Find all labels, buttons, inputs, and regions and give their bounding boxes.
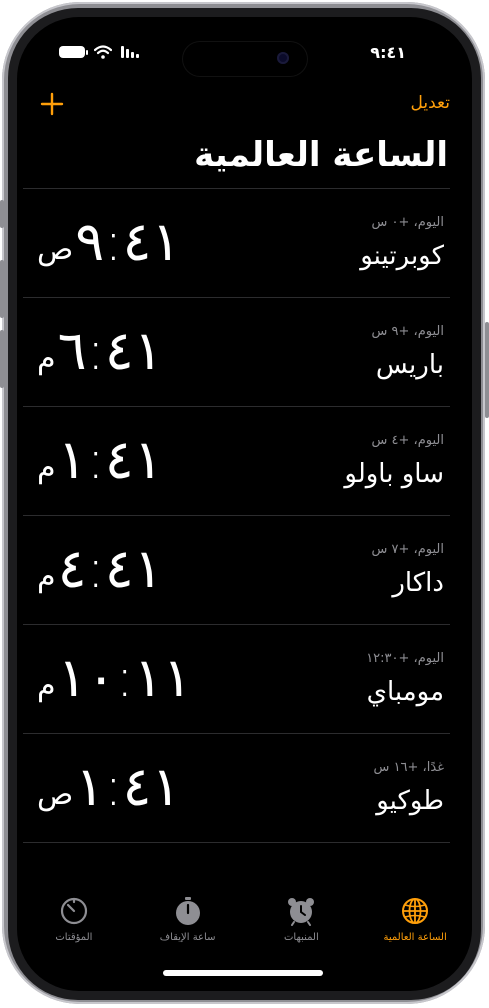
clock-time: ٩:٤١ xyxy=(75,210,181,273)
globe-icon xyxy=(402,898,429,924)
clock-time: ٦:٤١ xyxy=(57,319,163,382)
clock-time-wrap: ص ١:٤١ xyxy=(37,760,181,814)
clock-city: داكار xyxy=(392,568,444,598)
page-title: الساعة العالمية xyxy=(194,135,448,175)
clock-time-wrap: م ٦:٤١ xyxy=(37,324,163,378)
timer-icon xyxy=(60,897,87,925)
clock-city: مومباي xyxy=(366,677,444,707)
tab-label: الساعة العالمية xyxy=(383,932,447,943)
battery-icon xyxy=(59,46,88,58)
volume-up-button xyxy=(0,260,4,318)
tab-label: ساعة الإيقاف xyxy=(159,932,216,943)
clock-time: ١٠:١١ xyxy=(57,646,192,709)
clock-time: ١:٤١ xyxy=(57,428,163,491)
clock-time: ٤:٤١ xyxy=(57,537,163,600)
side-button xyxy=(485,322,489,418)
clock-row[interactable]: اليوم، +١٢:٣٠ مومباي م ١٠:١١ xyxy=(23,624,450,733)
clock-time-wrap: م ١٠:١١ xyxy=(37,651,192,705)
dynamic-island xyxy=(183,42,307,76)
edit-button[interactable]: تعديل xyxy=(411,93,450,113)
add-clock-button[interactable] xyxy=(39,91,65,117)
stopwatch-icon xyxy=(175,897,200,925)
clock-ampm: ص xyxy=(37,777,74,812)
tab-stopwatch[interactable]: ساعة الإيقاف xyxy=(133,896,243,956)
clock-ampm: ص xyxy=(37,232,74,267)
tab-world-clock[interactable]: الساعة العالمية xyxy=(360,896,470,956)
home-indicator[interactable] xyxy=(163,970,323,976)
clock-offset: اليوم، +١٢:٣٠ xyxy=(366,651,444,666)
world-clock-list: اليوم، +٠ س كوبرتينو ص ٩:٤١ اليوم، +٩ س … xyxy=(23,188,450,843)
status-icons xyxy=(59,45,139,59)
clock-ampm: م xyxy=(37,450,56,485)
clock-ampm: م xyxy=(37,668,56,703)
clock-row[interactable]: غدًا، +١٦ س طوكيو ص ١:٤١ xyxy=(23,733,450,843)
clock-ampm: م xyxy=(37,341,56,376)
wifi-icon xyxy=(94,45,112,59)
clock-time-wrap: م ٤:٤١ xyxy=(37,542,163,596)
clock-row[interactable]: اليوم، +٤ س ساو باولو م ١:٤١ xyxy=(23,406,450,515)
clock-offset: اليوم، +٤ س xyxy=(371,433,444,448)
tab-bar: المؤقتات ساعة الإيقاف المنبهات الساعة ال… xyxy=(17,896,472,956)
action-button xyxy=(0,200,4,228)
clock-city: طوكيو xyxy=(376,786,444,816)
clock-offset: اليوم، +٧ س xyxy=(371,542,444,557)
clock-row[interactable]: اليوم، +٧ س داكار م ٤:٤١ xyxy=(23,515,450,624)
clock-time: ١:٤١ xyxy=(75,755,181,818)
clock-row[interactable]: اليوم، +٩ س باريس م ٦:٤١ xyxy=(23,297,450,406)
clock-offset: اليوم، +٠ س xyxy=(371,215,444,230)
plus-icon xyxy=(40,92,64,116)
alarm-icon xyxy=(288,898,315,926)
clock-city: ساو باولو xyxy=(344,459,444,489)
clock-time-wrap: ص ٩:٤١ xyxy=(37,215,181,269)
cellular-signal-icon xyxy=(121,46,139,58)
tab-label: المؤقتات xyxy=(55,932,93,943)
screen: ٩:٤١ تعديل الساعة العالمية اليوم، +٠ س ك… xyxy=(17,17,472,991)
tab-alarms[interactable]: المنبهات xyxy=(246,896,356,956)
volume-down-button xyxy=(0,330,4,388)
tab-label: المنبهات xyxy=(284,932,319,943)
tab-timers[interactable]: المؤقتات xyxy=(19,896,129,956)
status-time: ٩:٤١ xyxy=(370,43,406,62)
clock-offset: غدًا، +١٦ س xyxy=(373,760,444,775)
clock-time-wrap: م ١:٤١ xyxy=(37,433,163,487)
clock-ampm: م xyxy=(37,559,56,594)
clock-city: كوبرتينو xyxy=(360,241,444,271)
camera-icon xyxy=(277,52,289,64)
clock-row[interactable]: اليوم، +٠ س كوبرتينو ص ٩:٤١ xyxy=(23,188,450,297)
clock-offset: اليوم، +٩ س xyxy=(371,324,444,339)
clock-city: باريس xyxy=(375,350,444,380)
